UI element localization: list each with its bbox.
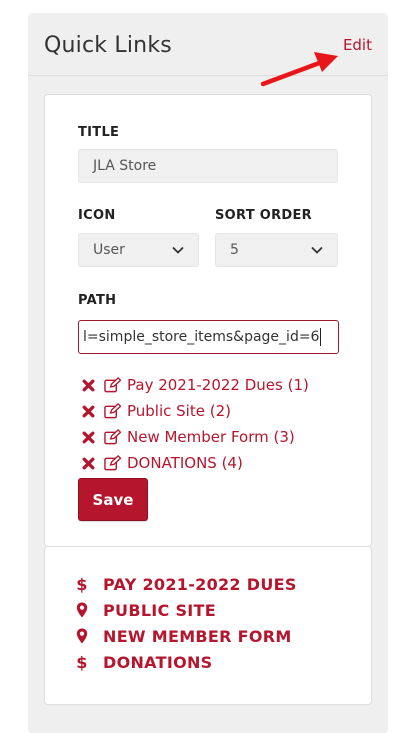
title-input-value: JLA Store (93, 158, 157, 174)
dollar-icon: $ (76, 652, 88, 672)
quick-link-label: DONATIONS (103, 652, 213, 672)
edit-item-label[interactable]: Pay 2021-2022 Dues (1) (127, 376, 309, 394)
path-input-value: l=simple_store_items&page_id=6 (83, 329, 320, 345)
quick-link-label: PAY 2021-2022 DUES (103, 574, 297, 594)
dollar-icon: $ (76, 574, 88, 594)
quick-link[interactable]: $ PAY 2021-2022 DUES (75, 572, 297, 596)
quick-links-panel: Quick Links Edit TITLE JLA Store ICON SO… (28, 13, 388, 733)
edit-item-label[interactable]: New Member Form (3) (127, 428, 295, 446)
delete-icon[interactable] (82, 379, 95, 392)
edit-icon[interactable] (104, 455, 121, 471)
chevron-down-icon (311, 246, 323, 254)
edit-item-label[interactable]: DONATIONS (4) (127, 454, 243, 472)
quick-link[interactable]: NEW MEMBER FORM (75, 624, 292, 648)
edit-icon[interactable] (104, 377, 121, 393)
chevron-down-icon (172, 246, 184, 254)
edit-item: Public Site (2) (82, 400, 231, 422)
annotation-arrow-icon (260, 52, 338, 87)
map-pin-icon (75, 601, 89, 619)
icon-label: ICON (78, 208, 116, 223)
quick-link-label: NEW MEMBER FORM (103, 626, 292, 646)
save-button[interactable]: Save (78, 478, 148, 521)
sort-order-select-value: 5 (230, 242, 239, 258)
text-cursor (320, 328, 322, 346)
title-label: TITLE (78, 125, 120, 140)
sort-order-select[interactable]: 5 (215, 233, 338, 267)
edit-item: DONATIONS (4) (82, 452, 243, 474)
path-label: PATH (78, 293, 117, 308)
delete-icon[interactable] (82, 405, 95, 418)
edit-icon[interactable] (104, 429, 121, 445)
edit-item: New Member Form (3) (82, 426, 295, 448)
edit-item: Pay 2021-2022 Dues (1) (82, 374, 309, 396)
map-pin-icon (75, 627, 89, 645)
edit-icon[interactable] (104, 403, 121, 419)
edit-item-label[interactable]: Public Site (2) (127, 402, 231, 420)
quick-link[interactable]: PUBLIC SITE (75, 598, 216, 622)
icon-select[interactable]: User (78, 233, 199, 267)
path-input[interactable]: l=simple_store_items&page_id=6 (78, 320, 339, 354)
icon-select-value: User (93, 242, 125, 258)
delete-icon[interactable] (82, 457, 95, 470)
title-input[interactable]: JLA Store (78, 149, 338, 183)
panel-title: Quick Links (44, 33, 172, 58)
quick-links-list-card: $ PAY 2021-2022 DUES PUBLIC SITE NEW MEM… (44, 546, 372, 705)
quick-link[interactable]: $ DONATIONS (75, 650, 213, 674)
edit-form-card: TITLE JLA Store ICON SORT ORDER User 5 P… (44, 94, 372, 547)
delete-icon[interactable] (82, 431, 95, 444)
quick-link-label: PUBLIC SITE (103, 600, 216, 620)
sort-order-label: SORT ORDER (215, 208, 312, 223)
